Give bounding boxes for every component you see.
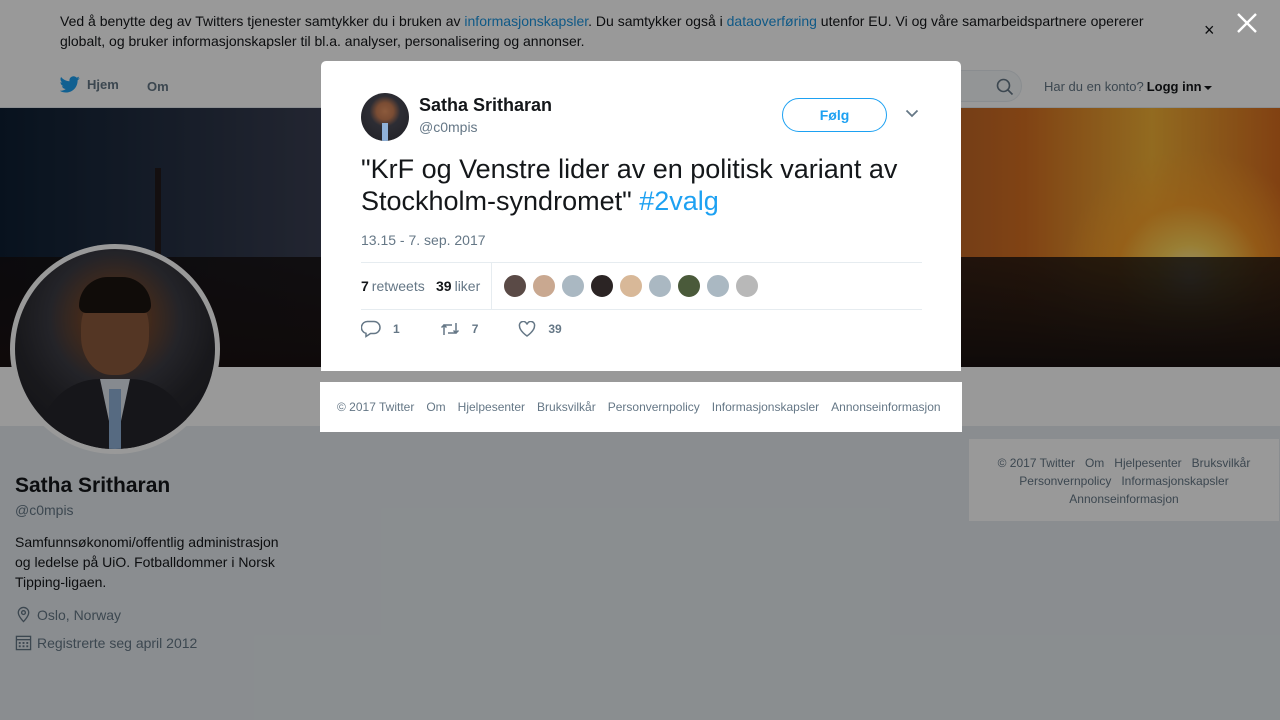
liker-avatar[interactable]	[532, 274, 556, 298]
footer-copyright: © 2017 Twitter	[337, 400, 415, 414]
heart-icon	[519, 321, 536, 337]
footer-cookies-link[interactable]: Informasjonskapsler	[712, 400, 819, 414]
retweet-icon	[440, 323, 459, 335]
retweet-count: 7	[471, 322, 479, 336]
reply-count: 1	[393, 322, 400, 336]
tweet-timestamp[interactable]: 13.15 - 7. sep. 2017	[361, 232, 486, 248]
footer-ads-link[interactable]: Annonseinformasjon	[831, 400, 940, 414]
tweet-actions: 1 7 39	[361, 320, 602, 338]
tweet-modal: Satha Sritharan @c0mpis Følg "KrF og Ven…	[321, 61, 961, 371]
stats-divider	[491, 263, 492, 310]
like-button[interactable]: 39	[518, 321, 562, 337]
chevron-down-icon[interactable]	[905, 109, 919, 118]
like-count: 39	[548, 322, 562, 336]
liker-avatar[interactable]	[735, 274, 759, 298]
tweet-text-body: "KrF og Venstre lider av en politisk var…	[361, 154, 898, 216]
footer-terms-link[interactable]: Bruksvilkår	[537, 400, 596, 414]
liker-avatar[interactable]	[677, 274, 701, 298]
retweets-count: 7	[361, 278, 369, 294]
liker-avatar[interactable]	[590, 274, 614, 298]
likes-stat[interactable]: 39 liker	[436, 278, 480, 294]
liker-avatar[interactable]	[561, 274, 585, 298]
reply-button[interactable]: 1	[361, 320, 400, 338]
liker-avatar[interactable]	[503, 274, 527, 298]
retweets-stat[interactable]: 7 retweets	[361, 278, 425, 294]
liker-avatar[interactable]	[648, 274, 672, 298]
retweets-label: retweets	[371, 278, 425, 294]
footer-privacy-link[interactable]: Personvernpolicy	[608, 400, 700, 414]
reply-icon	[361, 320, 381, 338]
tweet-stats: 7 retweets 39 liker	[361, 262, 922, 310]
likers-avatars	[503, 274, 764, 298]
tweet-author-avatar[interactable]	[361, 93, 409, 141]
footer-about-link[interactable]: Om	[426, 400, 445, 414]
likes-count: 39	[436, 278, 452, 294]
tweet-text: "KrF og Venstre lider av en politisk var…	[361, 153, 931, 217]
modal-footer: © 2017 Twitter Om Hjelpesenter Bruksvilkår P…	[320, 382, 962, 432]
footer-help-link[interactable]: Hjelpesenter	[458, 400, 525, 414]
follow-button[interactable]: Følg	[782, 98, 887, 132]
tweet-author-name[interactable]: Satha Sritharan	[419, 95, 552, 116]
tweet-author-handle[interactable]: @c0mpis	[419, 119, 478, 135]
retweet-button[interactable]: 7	[440, 321, 479, 337]
close-icon[interactable]	[1234, 10, 1260, 36]
hashtag-link[interactable]: #2valg	[639, 186, 719, 216]
liker-avatar[interactable]	[619, 274, 643, 298]
avatar-tie	[382, 123, 388, 141]
likes-label: liker	[454, 278, 481, 294]
liker-avatar[interactable]	[706, 274, 730, 298]
